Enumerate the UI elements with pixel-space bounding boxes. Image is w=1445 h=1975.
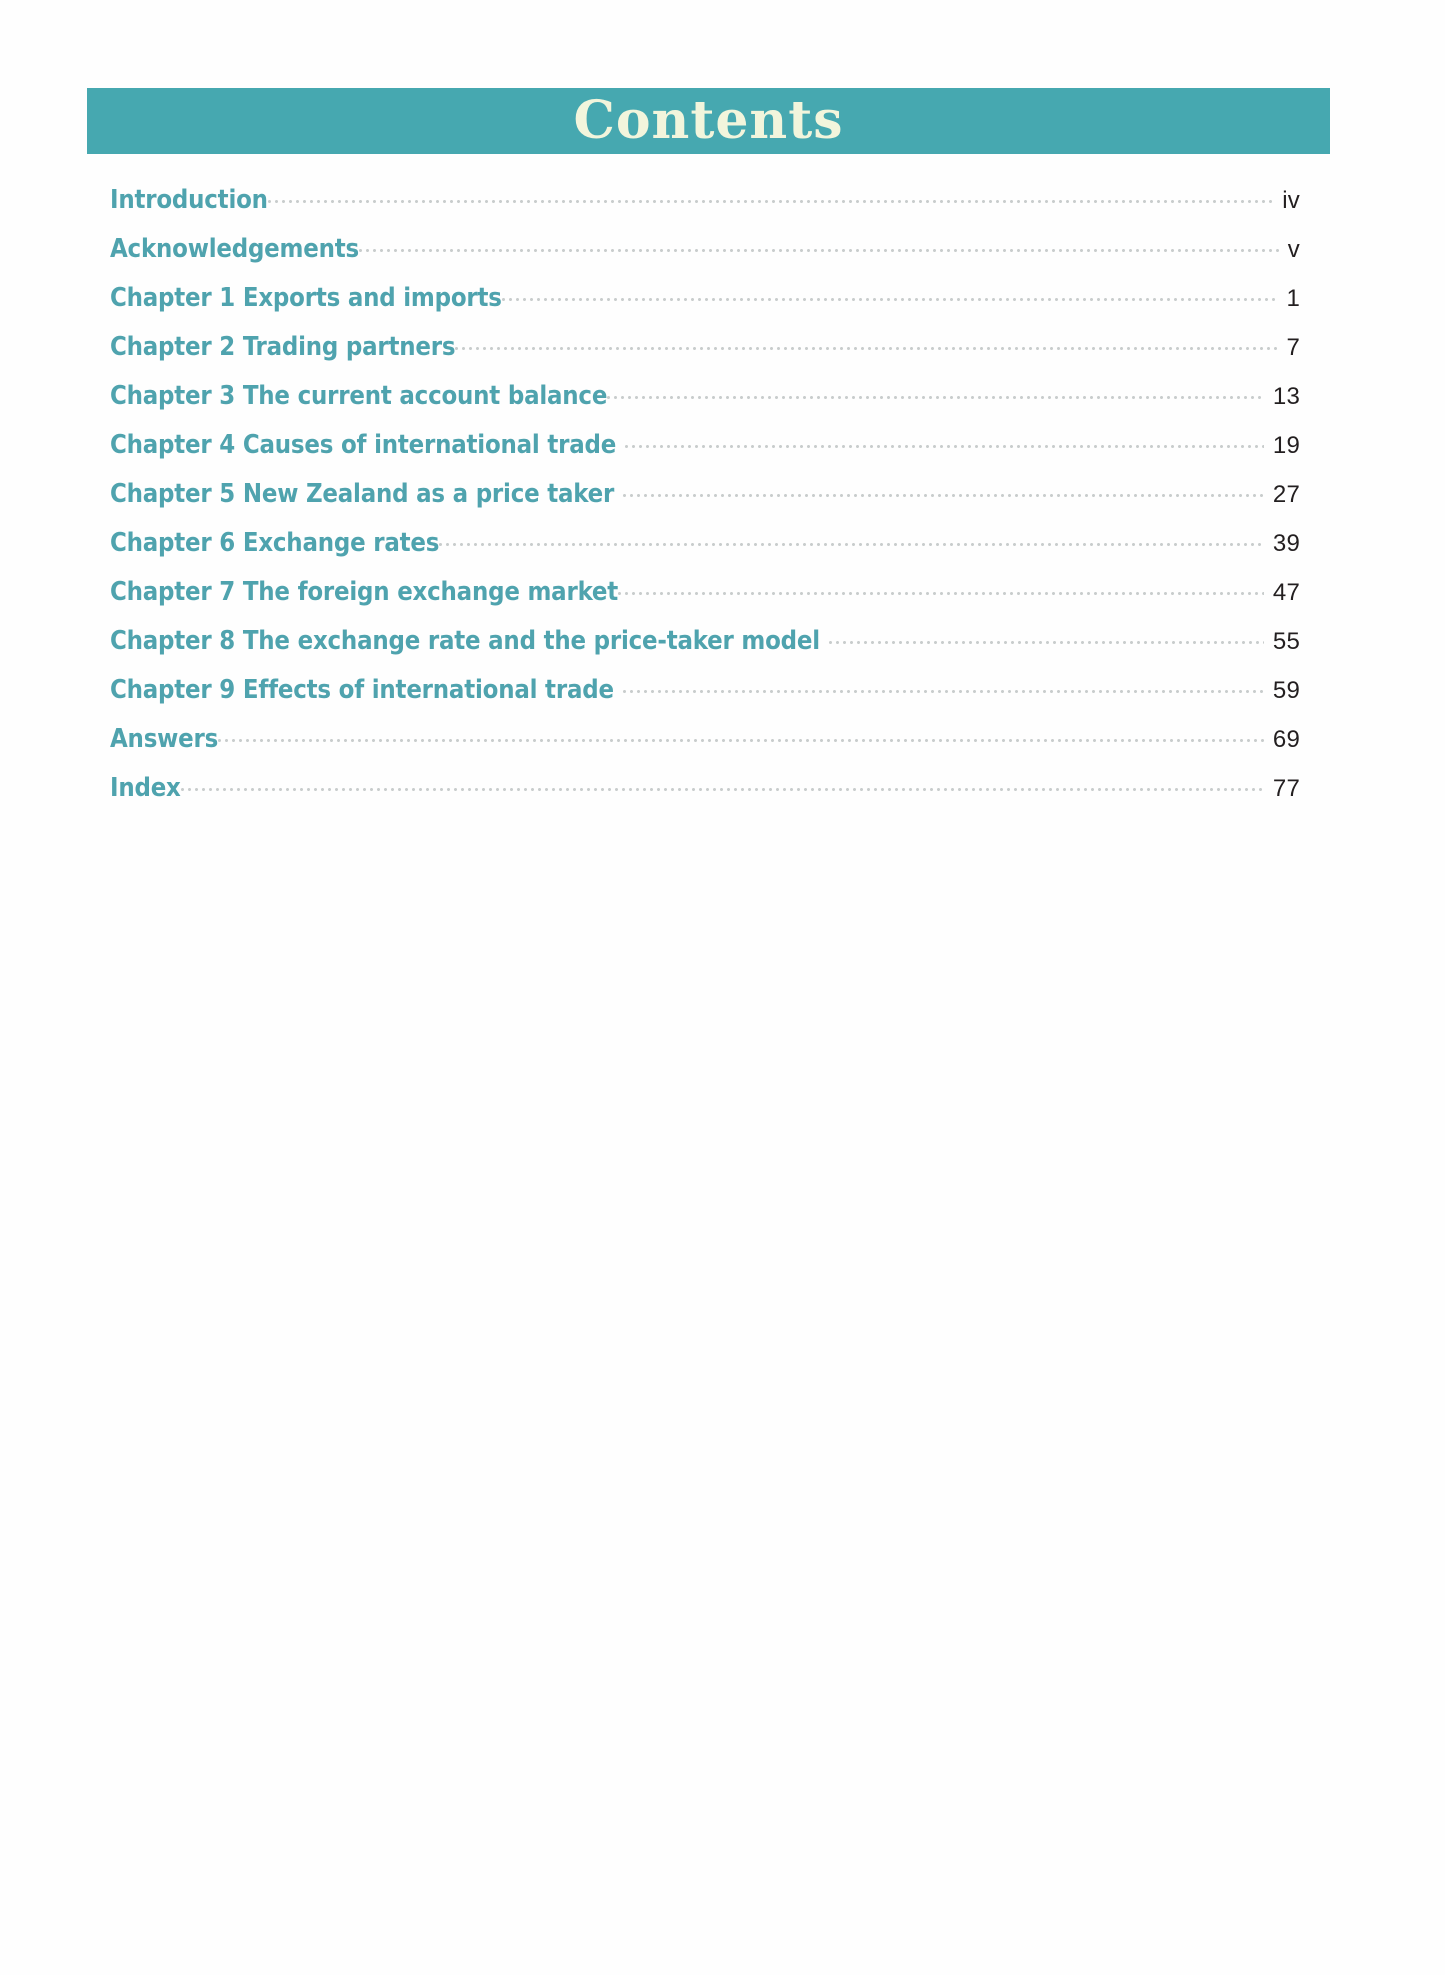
dot-leader [618, 584, 1264, 600]
dot-leader [623, 486, 1264, 502]
toc-entry-chapter-2[interactable]: Chapter 2 Trading partners 7 [110, 332, 1300, 381]
toc-entry-label: Chapter 9 Effects of international trade [110, 675, 614, 705]
dot-leader [180, 780, 1264, 796]
toc-entry-page-number: 7 [1286, 334, 1300, 361]
toc-entry-label: Introduction [110, 185, 268, 215]
toc-entry-acknowledgements[interactable]: Acknowledgements v [110, 234, 1300, 283]
dot-leader [828, 633, 1264, 649]
toc-entry-label: Chapter 7 The foreign exchange market [110, 577, 619, 607]
table-of-contents: Introduction iv Acknowledgements v Chapt… [110, 185, 1300, 822]
toc-entry-label: Chapter 5 New Zealand as a price taker [110, 479, 615, 509]
dot-leader [218, 731, 1264, 747]
toc-entry-chapter-8[interactable]: Chapter 8 The exchange rate and the pric… [110, 626, 1300, 675]
toc-entry-page-number: iv [1282, 187, 1300, 214]
toc-entry-chapter-6[interactable]: Chapter 6 Exchange rates 39 [110, 528, 1300, 577]
toc-entry-label: Answers [110, 724, 219, 754]
dot-leader [622, 682, 1264, 698]
toc-entry-page-number: 19 [1272, 432, 1300, 459]
dot-leader [625, 437, 1264, 453]
contents-page: Contents Introduction iv Acknowledgement… [0, 0, 1445, 1975]
toc-entry-chapter-3[interactable]: Chapter 3 The current account balance 13 [110, 381, 1300, 430]
dot-leader [358, 241, 1279, 257]
toc-entry-answers[interactable]: Answers 69 [110, 724, 1300, 773]
toc-entry-chapter-4[interactable]: Chapter 4 Causes of international trade … [110, 430, 1300, 479]
toc-entry-label: Chapter 2 Trading partners [110, 332, 456, 362]
page-title: Contents [573, 90, 844, 151]
toc-entry-label: Chapter 1 Exports and imports [110, 283, 502, 313]
toc-entry-chapter-9[interactable]: Chapter 9 Effects of international trade… [110, 675, 1300, 724]
contents-header-band: Contents [87, 88, 1330, 154]
dot-leader [455, 339, 1278, 355]
toc-entry-page-number: 39 [1272, 530, 1300, 557]
toc-entry-page-number: 1 [1286, 285, 1300, 312]
dot-leader [607, 388, 1264, 404]
dot-leader [267, 192, 1274, 208]
toc-entry-page-number: 47 [1272, 579, 1300, 606]
toc-entry-label: Index [110, 773, 181, 803]
toc-entry-chapter-5[interactable]: Chapter 5 New Zealand as a price taker 2… [110, 479, 1300, 528]
toc-entry-page-number: 69 [1272, 726, 1300, 753]
toc-entry-chapter-7[interactable]: Chapter 7 The foreign exchange market 47 [110, 577, 1300, 626]
toc-entry-page-number: 59 [1272, 677, 1300, 704]
dot-leader [501, 290, 1278, 306]
toc-entry-page-number: 77 [1272, 775, 1300, 802]
toc-entry-label: Chapter 8 The exchange rate and the pric… [110, 626, 820, 656]
toc-entry-page-number: 27 [1272, 481, 1300, 508]
toc-entry-introduction[interactable]: Introduction iv [110, 185, 1300, 234]
toc-entry-label: Chapter 4 Causes of international trade [110, 430, 617, 460]
dot-leader [439, 535, 1264, 551]
toc-entry-label: Acknowledgements [110, 234, 359, 264]
toc-entry-chapter-1[interactable]: Chapter 1 Exports and imports 1 [110, 283, 1300, 332]
toc-entry-page-number: v [1287, 236, 1300, 263]
toc-entry-label: Chapter 3 The current account balance [110, 381, 608, 411]
toc-entry-index[interactable]: Index 77 [110, 773, 1300, 822]
toc-entry-label: Chapter 6 Exchange rates [110, 528, 440, 558]
toc-entry-page-number: 55 [1272, 628, 1300, 655]
toc-entry-page-number: 13 [1272, 383, 1300, 410]
